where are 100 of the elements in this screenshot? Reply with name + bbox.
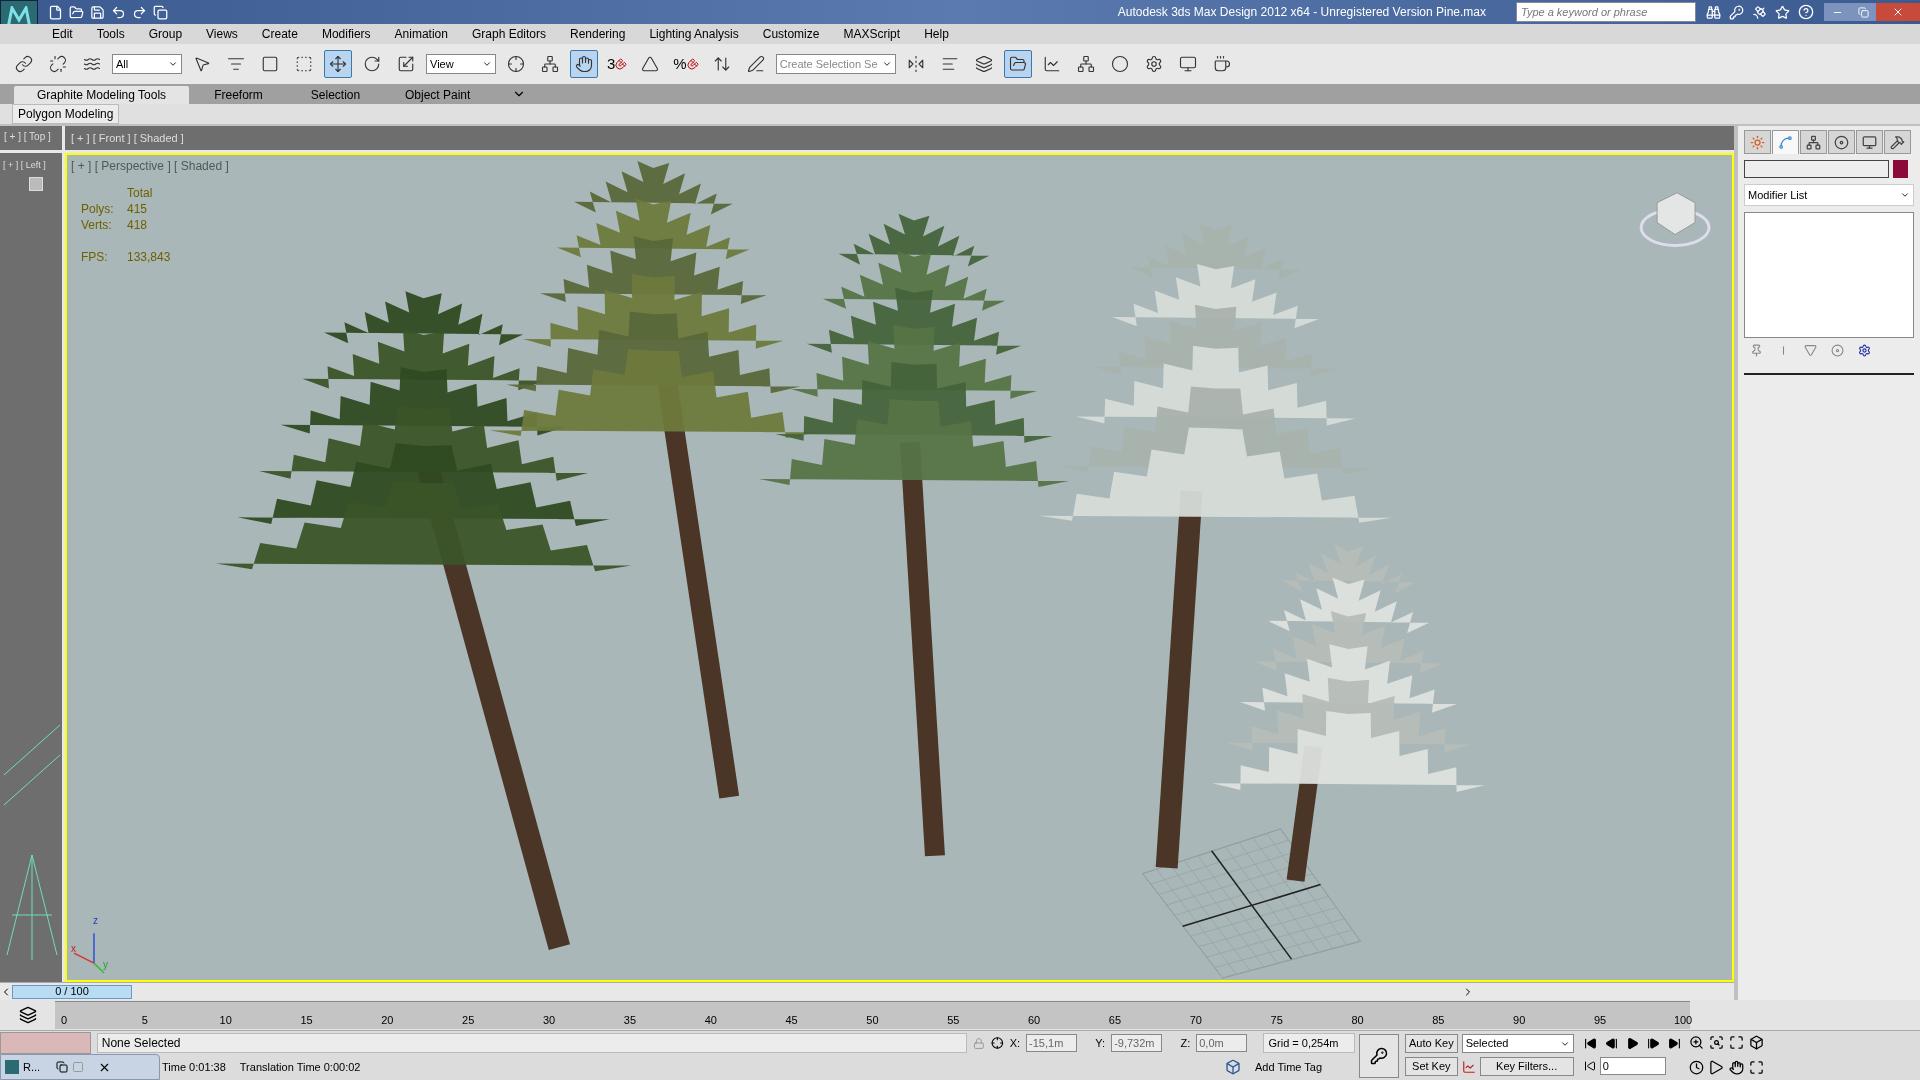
y-coordinate-field[interactable]: -9,732m: [1111, 1034, 1163, 1052]
restore-icon[interactable]: [56, 1061, 69, 1073]
angle-icon: [641, 55, 660, 73]
caret-icon: [1900, 190, 1910, 200]
snap-toggle[interactable]: 3: [604, 50, 631, 78]
go-to-start-icon[interactable]: [1583, 1037, 1597, 1050]
pencil-icon: [746, 55, 765, 73]
caret-icon: [881, 59, 892, 69]
ribbon-tab[interactable]: Selection: [288, 86, 383, 104]
menu-item[interactable]: Edit: [52, 25, 73, 43]
transform-mode-icon[interactable]: [990, 1036, 1004, 1050]
folder-tool[interactable]: [1003, 50, 1032, 78]
dropdown[interactable]: Create Selection Se: [775, 54, 896, 74]
go-to-end-icon[interactable]: [1667, 1037, 1681, 1050]
zoom-extents-all-icon[interactable]: [1748, 1035, 1764, 1050]
search-field[interactable]: Type a keyword or phrase: [1516, 2, 1696, 22]
save-icon[interactable]: [90, 4, 105, 20]
new-file-icon[interactable]: [48, 4, 63, 20]
play-icon[interactable]: [1625, 1037, 1639, 1050]
maximize-viewport-icon[interactable]: [1748, 1060, 1764, 1075]
modifier-list-dropdown[interactable]: Modifier List: [1744, 184, 1914, 206]
x-coordinate-field[interactable]: -15,1m: [1026, 1034, 1078, 1052]
disc-tab[interactable]: [1828, 130, 1855, 154]
set-key-button[interactable]: Set Key: [1405, 1057, 1458, 1076]
menu-item[interactable]: Group: [148, 25, 183, 43]
time-config-icon[interactable]: [1688, 1060, 1704, 1075]
hierarchy-tab[interactable]: [1800, 130, 1827, 154]
dropdown[interactable]: All: [112, 54, 182, 74]
star-icon[interactable]: [1775, 4, 1790, 20]
time-slider-thumb[interactable]: 0 / 100: [12, 984, 132, 999]
dropdown[interactable]: View: [426, 54, 496, 74]
menu-item[interactable]: Modifiers: [321, 25, 371, 43]
menu-item[interactable]: Tools: [96, 25, 125, 43]
pan-icon[interactable]: [1728, 1060, 1744, 1075]
key-icon[interactable]: [1729, 4, 1744, 20]
set-key-mode-button[interactable]: [1359, 1034, 1399, 1078]
mini-curve-editor-icon[interactable]: [18, 1006, 37, 1024]
front-viewport[interactable]: [ + ] [ Front ] [ Shaded ]: [65, 126, 1734, 150]
undo-icon[interactable]: [111, 4, 126, 20]
menu-item[interactable]: Graph Editors: [471, 25, 546, 43]
left-viewport[interactable]: [ + ] [ Left ]: [0, 153, 62, 982]
menu-item[interactable]: MAXScript: [843, 25, 901, 43]
minimized-window[interactable]: R...: [0, 1054, 160, 1080]
stat-label: Polys:: [81, 201, 115, 217]
project-icon[interactable]: [153, 4, 168, 20]
key-mode-icon[interactable]: [1583, 1060, 1596, 1072]
curve-icon[interactable]: [1461, 1059, 1476, 1074]
ribbon-tab[interactable]: Freeform: [191, 86, 286, 104]
key-filters-button[interactable]: Key Filters...: [1479, 1057, 1574, 1076]
frame-field[interactable]: 0: [1599, 1057, 1666, 1075]
viewport-label[interactable]: [ + ] [ Left ]: [3, 160, 46, 170]
menu-item[interactable]: Help: [924, 25, 949, 43]
viewport-label[interactable]: [ + ] [ Perspective ] [ Shaded ]: [71, 157, 229, 175]
frame-label: 40: [703, 1012, 718, 1028]
hand-tool[interactable]: [570, 50, 598, 78]
configure-icon[interactable]: [1858, 344, 1871, 357]
color-swatch[interactable]: [1893, 160, 1908, 178]
sun-tab[interactable]: [1744, 130, 1771, 154]
previous-frame-icon[interactable]: [1604, 1037, 1618, 1050]
open-folder-icon[interactable]: [69, 4, 84, 20]
ribbon-tab[interactable]: Graphite Modeling Tools: [14, 86, 189, 104]
menu-item[interactable]: Animation: [394, 25, 448, 43]
auto-key-button[interactable]: Auto Key: [1405, 1034, 1458, 1053]
menu-item[interactable]: Create: [261, 25, 298, 43]
zoom-icon[interactable]: [1688, 1035, 1704, 1050]
ribbon-tab[interactable]: Object Paint: [385, 86, 491, 104]
viewport-label[interactable]: [ + ] [ Front ] [ Shaded ]: [71, 129, 184, 147]
monitor-tab[interactable]: [1856, 130, 1883, 154]
time-tag-icon[interactable]: [1225, 1059, 1241, 1075]
menu-item[interactable]: Lighting Analysis: [649, 25, 739, 43]
binoculars-icon[interactable]: [1706, 4, 1721, 20]
field-of-view-icon[interactable]: [1708, 1060, 1724, 1075]
help-icon[interactable]: [1798, 4, 1814, 20]
perspective-viewport[interactable]: [ + ] [ Perspective ] [ Shaded ] Total Polys: 415 Verts: 418 FPS: 133,843 z x y: [65, 153, 1734, 982]
top-viewport[interactable]: [ + ] [ Top ]: [0, 126, 62, 150]
object-name-field[interactable]: [1744, 160, 1889, 178]
menu-item[interactable]: Customize: [762, 25, 820, 43]
menu-item[interactable]: Rendering: [570, 25, 626, 43]
disc-icon[interactable]: [1831, 344, 1844, 357]
curve-tab[interactable]: [1772, 130, 1799, 154]
hammer-tab[interactable]: [1884, 130, 1911, 154]
satellite-icon[interactable]: [1752, 4, 1767, 20]
frame-label: 85: [1431, 1012, 1446, 1028]
track-bar[interactable]: 0 5 10 15 20 25 30 35 40 45 50 55 60 65 70 75 80 85 90 95 100: [55, 1001, 1690, 1029]
modifier-stack[interactable]: [1744, 212, 1914, 338]
zoom-all-icon[interactable]: [1708, 1035, 1724, 1050]
add-time-tag-label[interactable]: Add Time Tag: [1255, 1058, 1355, 1076]
ribbon-panel-button[interactable]: Polygon Modeling: [12, 104, 120, 124]
z-coordinate-field[interactable]: 0,0m: [1196, 1034, 1248, 1052]
key-mode-dropdown[interactable]: Selected: [1461, 1034, 1574, 1053]
snap-toggle[interactable]: %: [670, 50, 702, 78]
redo-icon[interactable]: [132, 4, 147, 20]
pin-icon[interactable]: [1750, 344, 1763, 357]
viewport-label[interactable]: [ + ] [ Top ]: [4, 131, 51, 142]
next-frame-icon[interactable]: [1646, 1037, 1660, 1050]
frame-label: 55: [946, 1012, 961, 1028]
move-tool[interactable]: [324, 50, 352, 78]
zoom-extents-icon[interactable]: [1728, 1035, 1744, 1050]
menu-item[interactable]: Views: [206, 25, 238, 43]
align-icon: [940, 55, 959, 73]
